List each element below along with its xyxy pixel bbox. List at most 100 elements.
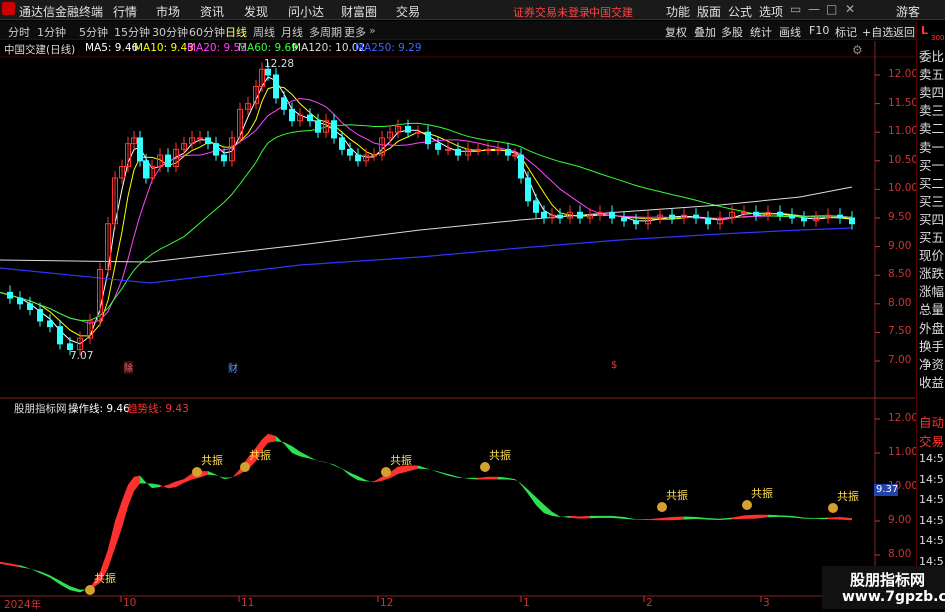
- band-segment-up: [176, 479, 184, 487]
- candle-down: [405, 125, 411, 133]
- band-segment-up: [268, 433, 276, 443]
- price-tick-label: 8.50: [888, 268, 912, 281]
- band-segment-down: [50, 575, 60, 585]
- candle-down: [265, 68, 271, 76]
- candle-down: [37, 309, 43, 322]
- band-segment-down: [140, 475, 146, 484]
- order-book-label: 卖二: [919, 121, 945, 137]
- band-segment-down: [696, 517, 708, 520]
- candle-down: [47, 320, 53, 328]
- band-segment-up: [10, 563, 20, 568]
- candle-down: [541, 211, 547, 219]
- candle-down: [533, 200, 539, 213]
- indicator-tick-label: 8.00: [888, 548, 912, 560]
- candle-down: [633, 220, 639, 225]
- candle-down: [557, 214, 563, 219]
- candle-down: [789, 214, 795, 219]
- band-segment-down: [216, 474, 224, 480]
- resonance-coin-icon: [828, 503, 838, 513]
- resonance-label: 共振: [666, 488, 688, 502]
- resonance-coin-icon: [85, 585, 95, 595]
- band-segment-up: [122, 484, 128, 528]
- price-tick-label: 9.50: [888, 211, 912, 223]
- watermark-title: 股朋指标网: [850, 571, 926, 589]
- band-segment-up: [840, 517, 852, 521]
- date-label: 3: [763, 597, 770, 609]
- candle-up: [512, 154, 518, 157]
- resonance-label: 共振: [249, 448, 271, 462]
- price-tick-label: 8.00: [888, 296, 912, 309]
- resonance-coin-icon: [381, 467, 391, 477]
- band-segment-down: [300, 451, 310, 459]
- candle-down: [518, 154, 524, 179]
- band-segment-down: [780, 515, 792, 518]
- candle-down: [347, 148, 353, 156]
- band-segment-down: [612, 515, 624, 519]
- band-segment-up: [134, 475, 140, 492]
- band-segment-up: [184, 473, 192, 483]
- date-label: 11: [241, 597, 255, 609]
- band-segment-down: [528, 489, 536, 506]
- resonance-coin-icon: [742, 500, 752, 510]
- band-segment-down: [70, 586, 80, 593]
- band-segment-up: [390, 466, 398, 479]
- side-panel-l-label: L: [921, 24, 929, 37]
- band-segment-down: [515, 479, 521, 485]
- order-book-label: 换手: [919, 338, 945, 354]
- candle-down: [67, 343, 73, 351]
- band-segment-down: [358, 476, 366, 482]
- band-segment-down: [208, 471, 216, 476]
- band-segment-down: [768, 514, 780, 518]
- trade-label[interactable]: 交易: [919, 431, 944, 450]
- watermark-url: www.7gpzb.com: [842, 589, 945, 605]
- band-segment-up: [232, 468, 240, 478]
- auto-trade-label[interactable]: 自动: [919, 412, 944, 431]
- order-book-label: 卖一: [919, 139, 945, 155]
- candle-up: [485, 148, 491, 151]
- order-book-label: 买五: [919, 230, 945, 245]
- price-tick-label: 12.00: [888, 68, 919, 80]
- band-segment-down: [224, 477, 232, 480]
- event-marker-finance[interactable]: 财: [228, 360, 238, 375]
- band-segment-down: [708, 518, 720, 520]
- order-book-label: 买四: [919, 211, 945, 227]
- candle-down: [705, 217, 711, 225]
- candle-up: [197, 137, 203, 140]
- band-segment-down: [326, 462, 334, 466]
- band-segment-up: [672, 516, 684, 521]
- trade-time-label: 14:5: [919, 534, 944, 548]
- indicator-tick-label: 12.00: [888, 412, 919, 424]
- candle-down: [525, 177, 531, 202]
- band-segment-up: [732, 515, 744, 520]
- event-marker-ex[interactable]: 除: [124, 361, 134, 374]
- band-segment-up: [108, 521, 115, 569]
- band-segment-down: [458, 476, 468, 479]
- candle-down: [339, 137, 345, 150]
- resonance-coin-icon: [240, 462, 250, 472]
- band-segment-up: [374, 476, 382, 483]
- band-segment-down: [792, 515, 804, 519]
- candle-down: [273, 74, 279, 99]
- band-segment-down: [152, 483, 160, 489]
- kline-chart[interactable]: 共振共振 共振 共振 共振共振 共振 共振: [0, 0, 945, 609]
- candle-down: [837, 214, 843, 219]
- price-tick-label: 10.00: [888, 182, 919, 195]
- candle-down: [355, 154, 361, 162]
- candle-down: [143, 160, 149, 179]
- resonance-coin-icon: [192, 467, 202, 477]
- order-book-label: 现价: [919, 248, 945, 264]
- order-book-label: 涨跌: [919, 266, 945, 282]
- candle-down: [435, 143, 441, 150]
- candle-down: [213, 143, 219, 156]
- candle-down: [669, 214, 675, 219]
- order-book-label: 卖四: [919, 85, 945, 101]
- band-segment-down: [498, 476, 508, 480]
- candle-down: [801, 217, 807, 222]
- band-segment-down: [552, 511, 560, 518]
- band-segment-up: [115, 500, 122, 549]
- order-book-label: 卖五: [919, 67, 945, 83]
- date-label: 10: [123, 597, 137, 609]
- event-marker-dividend[interactable]: $: [611, 360, 617, 371]
- band-segment-down: [310, 457, 318, 462]
- trade-time-label: 14:5: [919, 472, 944, 486]
